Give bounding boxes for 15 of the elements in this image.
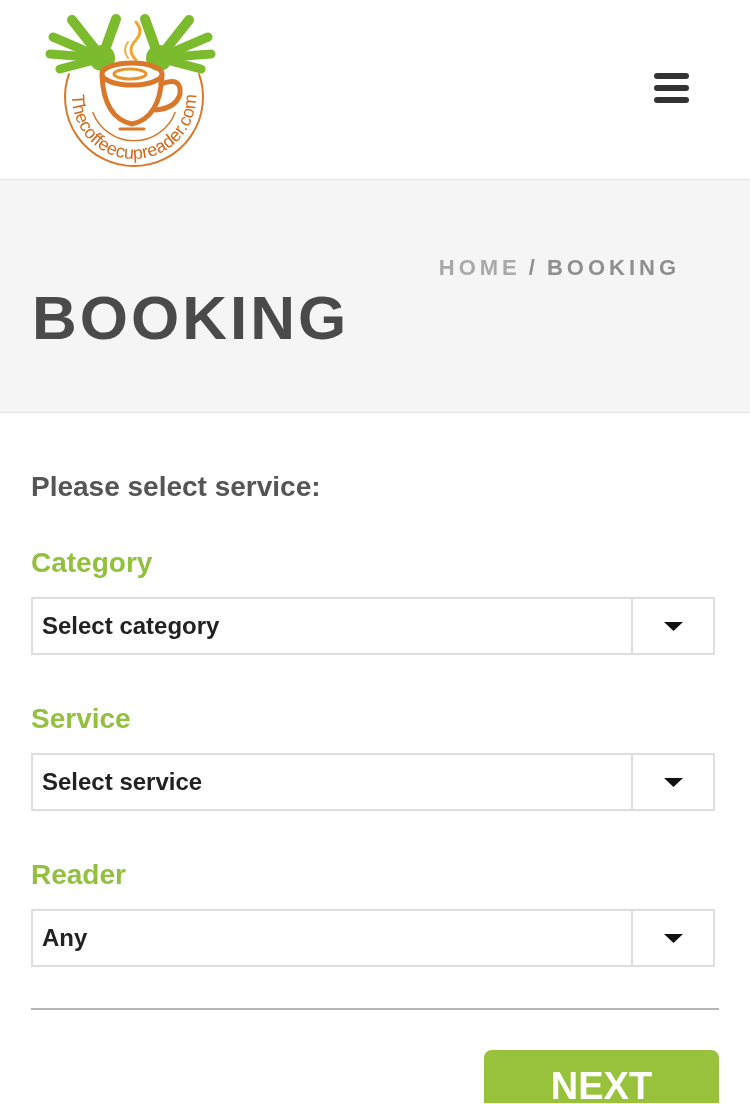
dropdown[interactable]: Select category [31,597,715,655]
caret-icon [663,621,683,631]
menu-icon [654,72,689,103]
page-title: BOOKING [32,287,350,349]
breadcrumb-current: BOOKING [546,255,680,281]
field-label: Reader [31,858,126,892]
dropdown[interactable]: Any [31,909,715,967]
form-heading: Please select service: [31,470,321,504]
menu-button[interactable] [654,72,689,103]
dropdown[interactable]: Select service [31,753,715,811]
field-label: Category [31,546,153,580]
breadcrumb-separator: / [528,255,539,281]
caret-icon [663,933,683,943]
caret-icon [663,777,683,787]
field-label: Service [31,702,131,736]
